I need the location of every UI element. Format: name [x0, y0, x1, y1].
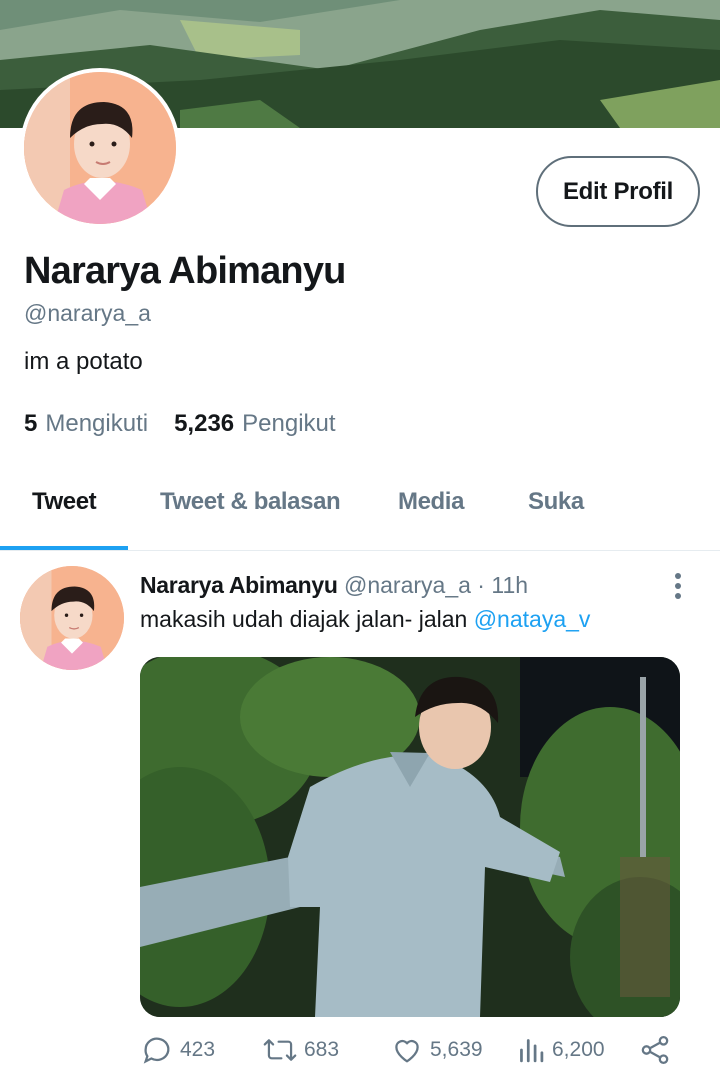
profile-avatar[interactable] [20, 68, 180, 228]
tab-likes[interactable]: Suka [528, 488, 584, 516]
views-button[interactable]: 6,200 [516, 1032, 605, 1068]
profile-handle: @nararya_a [24, 300, 151, 326]
tweet-photo[interactable] [140, 657, 680, 1017]
profile-tabs: Tweet Tweet & balasan Media Suka [0, 470, 720, 550]
views-count: 6,200 [552, 1038, 605, 1061]
tweet-meta: @nararya_a · 11h [344, 572, 529, 598]
tweet-header: Nararya Abimanyu @nararya_a · 11h [140, 572, 528, 599]
edit-profile-button[interactable]: Edit Profil [536, 156, 700, 227]
followers-stat[interactable]: 5,236 Pengikut [174, 410, 335, 438]
retweet-button[interactable]: 683 [262, 1032, 339, 1068]
retweet-count: 683 [304, 1038, 340, 1061]
tab-tweet[interactable]: Tweet [32, 488, 97, 516]
tweet-mention-link[interactable]: @nataya_v [474, 606, 591, 632]
tweet-author-name[interactable]: Nararya Abimanyu [140, 572, 338, 598]
reply-count: 423 [180, 1038, 216, 1061]
followers-label: Pengikut [242, 410, 336, 437]
reply-button[interactable]: 423 [140, 1032, 215, 1068]
following-stat[interactable]: 5 Mengikuti [24, 410, 148, 438]
tweet-author-avatar[interactable] [20, 566, 124, 670]
like-button[interactable]: 5,639 [390, 1032, 483, 1068]
followers-count: 5,236 [174, 410, 235, 437]
following-label: Mengikuti [45, 410, 149, 437]
views-icon [520, 1039, 544, 1063]
tab-tweet-replies[interactable]: Tweet & balasan [160, 488, 341, 516]
tweet-actions: 423 683 5,639 6,200 [140, 1032, 680, 1068]
tweet-text: makasih udah diajak jalan- jalan @nataya… [140, 606, 590, 633]
share-button[interactable] [638, 1032, 678, 1068]
profile-display-name: Nararya Abimanyu [24, 250, 346, 292]
profile-bio: im a potato [24, 348, 143, 375]
tabs-divider [0, 550, 720, 551]
tab-media[interactable]: Media [398, 488, 464, 516]
profile-stats: 5 Mengikuti 5,236 Pengikut [24, 410, 336, 438]
more-vertical-icon[interactable] [668, 570, 688, 602]
share-icon [641, 1035, 669, 1065]
tweet-body: makasih udah diajak jalan- jalan [140, 606, 474, 632]
retweet-icon [263, 1039, 297, 1061]
following-count: 5 [24, 410, 38, 437]
heart-icon [395, 1039, 419, 1063]
reply-icon [143, 1037, 170, 1064]
like-count: 5,639 [430, 1038, 483, 1061]
